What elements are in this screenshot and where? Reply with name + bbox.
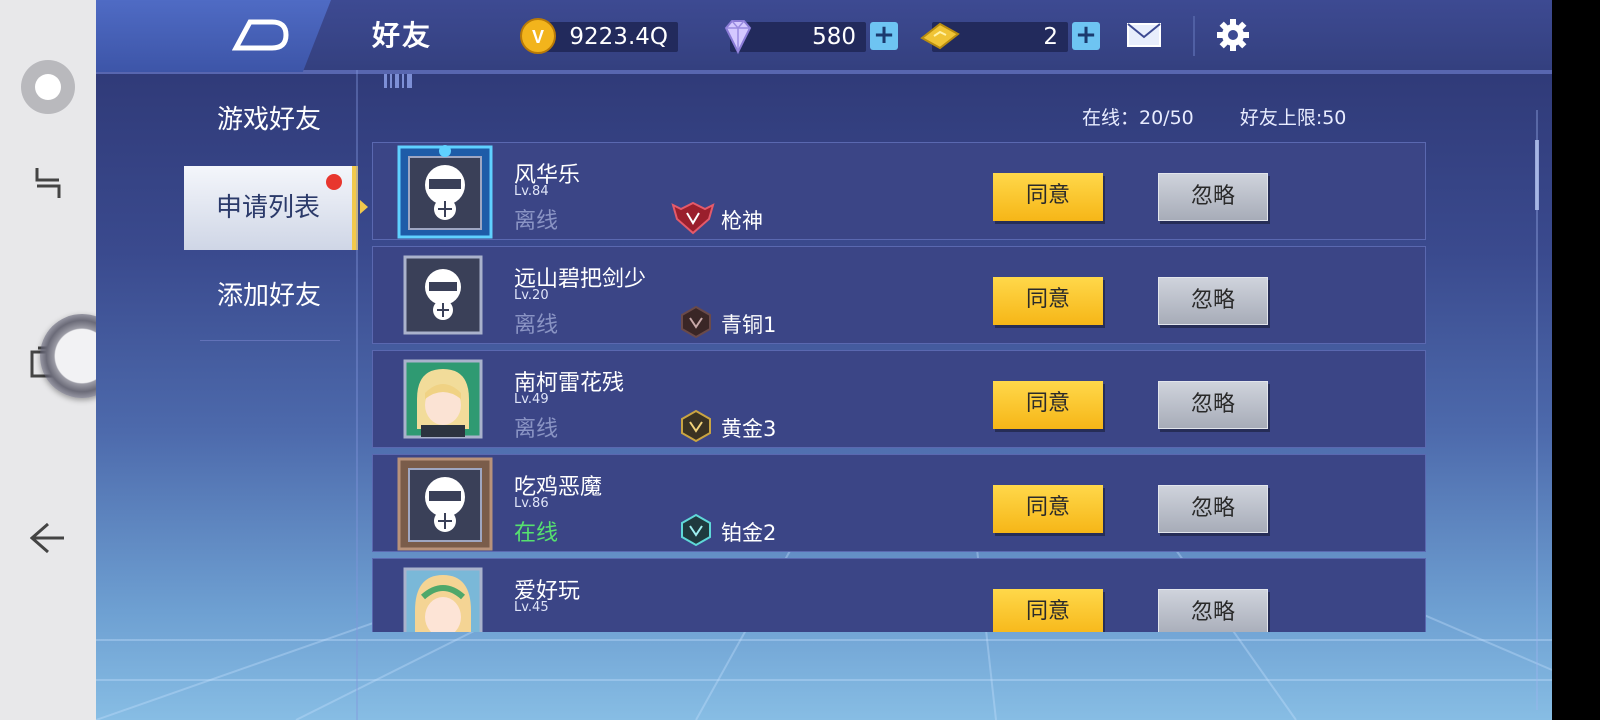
page-title: 好友 bbox=[372, 19, 433, 52]
ignore-button[interactable]: 忽略 bbox=[1158, 589, 1268, 632]
request-row: 南柯雷花残 Lv.49 离线 黄金3 同意 忽略 bbox=[372, 350, 1426, 448]
player-level: Lv.86 bbox=[514, 496, 549, 511]
tab-game-friends[interactable]: 游戏好友 bbox=[184, 78, 354, 162]
avatar-anime-character-icon[interactable] bbox=[403, 567, 483, 632]
mail-icon[interactable] bbox=[1126, 22, 1162, 48]
player-rank: 枪神 bbox=[721, 209, 763, 233]
agree-button[interactable]: 同意 bbox=[993, 277, 1103, 325]
decorative-bars bbox=[384, 74, 412, 88]
coupon-value: 2 bbox=[1043, 24, 1058, 50]
gold-display: V 9223.4Q bbox=[520, 18, 678, 54]
request-row: 远山碧把剑少 Lv.20 离线 青铜1 同意 忽略 bbox=[372, 246, 1426, 344]
agree-button[interactable]: 同意 bbox=[993, 589, 1103, 632]
rank-god-icon bbox=[671, 201, 715, 235]
rank-platinum-icon bbox=[681, 513, 711, 547]
svg-text:V: V bbox=[532, 27, 544, 47]
player-level: Lv.84 bbox=[514, 184, 549, 199]
gear-icon[interactable] bbox=[1216, 18, 1250, 52]
player-level: Lv.20 bbox=[514, 288, 549, 303]
menu-divider bbox=[200, 340, 340, 341]
back-icon[interactable] bbox=[232, 18, 290, 52]
player-rank: 黄金3 bbox=[721, 417, 777, 441]
rank-gold-icon bbox=[681, 409, 711, 443]
ignore-button[interactable]: 忽略 bbox=[1158, 485, 1268, 533]
tab-add-friend[interactable]: 添加好友 bbox=[184, 254, 354, 338]
game-screen: 好友 V 9223.4Q 580 + 2 + 游戏好友 申请列表 添加好友 在线… bbox=[96, 0, 1552, 720]
player-status: 离线 bbox=[514, 209, 559, 234]
online-count: 在线：20/50 bbox=[1082, 107, 1194, 129]
screen-edge bbox=[1552, 0, 1600, 720]
coupon-icon bbox=[920, 22, 960, 50]
avatar-anime-character-icon[interactable] bbox=[403, 359, 483, 439]
agree-button[interactable]: 同意 bbox=[993, 381, 1103, 429]
avatar-gasmask-icon[interactable] bbox=[395, 143, 495, 241]
request-row: 爱好玩 Lv.45 同意 忽略 bbox=[372, 558, 1426, 632]
ignore-button[interactable]: 忽略 bbox=[1158, 173, 1268, 221]
avatar-gasmask-icon[interactable] bbox=[395, 455, 495, 553]
back-button-area[interactable] bbox=[96, 0, 331, 72]
player-status: 在线 bbox=[514, 521, 559, 546]
gold-coin-icon: V bbox=[520, 18, 556, 54]
player-rank: 铂金2 bbox=[721, 521, 777, 545]
player-status: 离线 bbox=[514, 417, 559, 442]
friend-limit: 好友上限:50 bbox=[1239, 107, 1347, 129]
diamond-value: 580 bbox=[812, 24, 856, 50]
add-coupon-button[interactable]: + bbox=[1072, 22, 1100, 50]
player-level: Lv.49 bbox=[514, 392, 549, 407]
panel-border bbox=[356, 70, 358, 720]
gold-value: 9223.4Q bbox=[569, 24, 668, 50]
tab-request-list[interactable]: 申请列表 bbox=[184, 166, 358, 250]
agree-button[interactable]: 同意 bbox=[993, 173, 1103, 221]
ignore-button[interactable]: 忽略 bbox=[1158, 277, 1268, 325]
coupon-display: 2 + bbox=[920, 22, 1100, 52]
request-row: 吃鸡恶魔 Lv.86 在线 铂金2 同意 忽略 bbox=[372, 454, 1426, 552]
friend-stats: 在线：20/50 好友上限:50 bbox=[1082, 103, 1386, 130]
back-arrow-icon[interactable] bbox=[30, 520, 66, 556]
request-row: 风华乐 Lv.84 离线 枪神 同意 忽略 bbox=[372, 142, 1426, 240]
diamond-icon bbox=[724, 20, 752, 55]
player-level: Lv.45 bbox=[514, 600, 549, 615]
agree-button[interactable]: 同意 bbox=[993, 485, 1103, 533]
top-bar-separator bbox=[1193, 16, 1195, 56]
player-rank: 青铜1 bbox=[721, 313, 777, 337]
player-status: 离线 bbox=[514, 313, 559, 338]
scrollbar-thumb[interactable] bbox=[1535, 140, 1539, 210]
avatar-gasmask-icon[interactable] bbox=[403, 255, 483, 335]
add-diamond-button[interactable]: + bbox=[870, 22, 898, 50]
tab-request-list-label: 申请列表 bbox=[215, 193, 320, 223]
ignore-button[interactable]: 忽略 bbox=[1158, 381, 1268, 429]
switch-app-icon[interactable] bbox=[33, 166, 63, 200]
notification-badge bbox=[326, 174, 342, 190]
home-button[interactable] bbox=[21, 60, 75, 114]
request-list: 风华乐 Lv.84 离线 枪神 同意 忽略 远山碧把剑少 Lv.20 离线 青铜… bbox=[372, 142, 1426, 632]
rank-bronze-icon bbox=[681, 305, 711, 339]
diamond-display: 580 + bbox=[724, 20, 898, 55]
